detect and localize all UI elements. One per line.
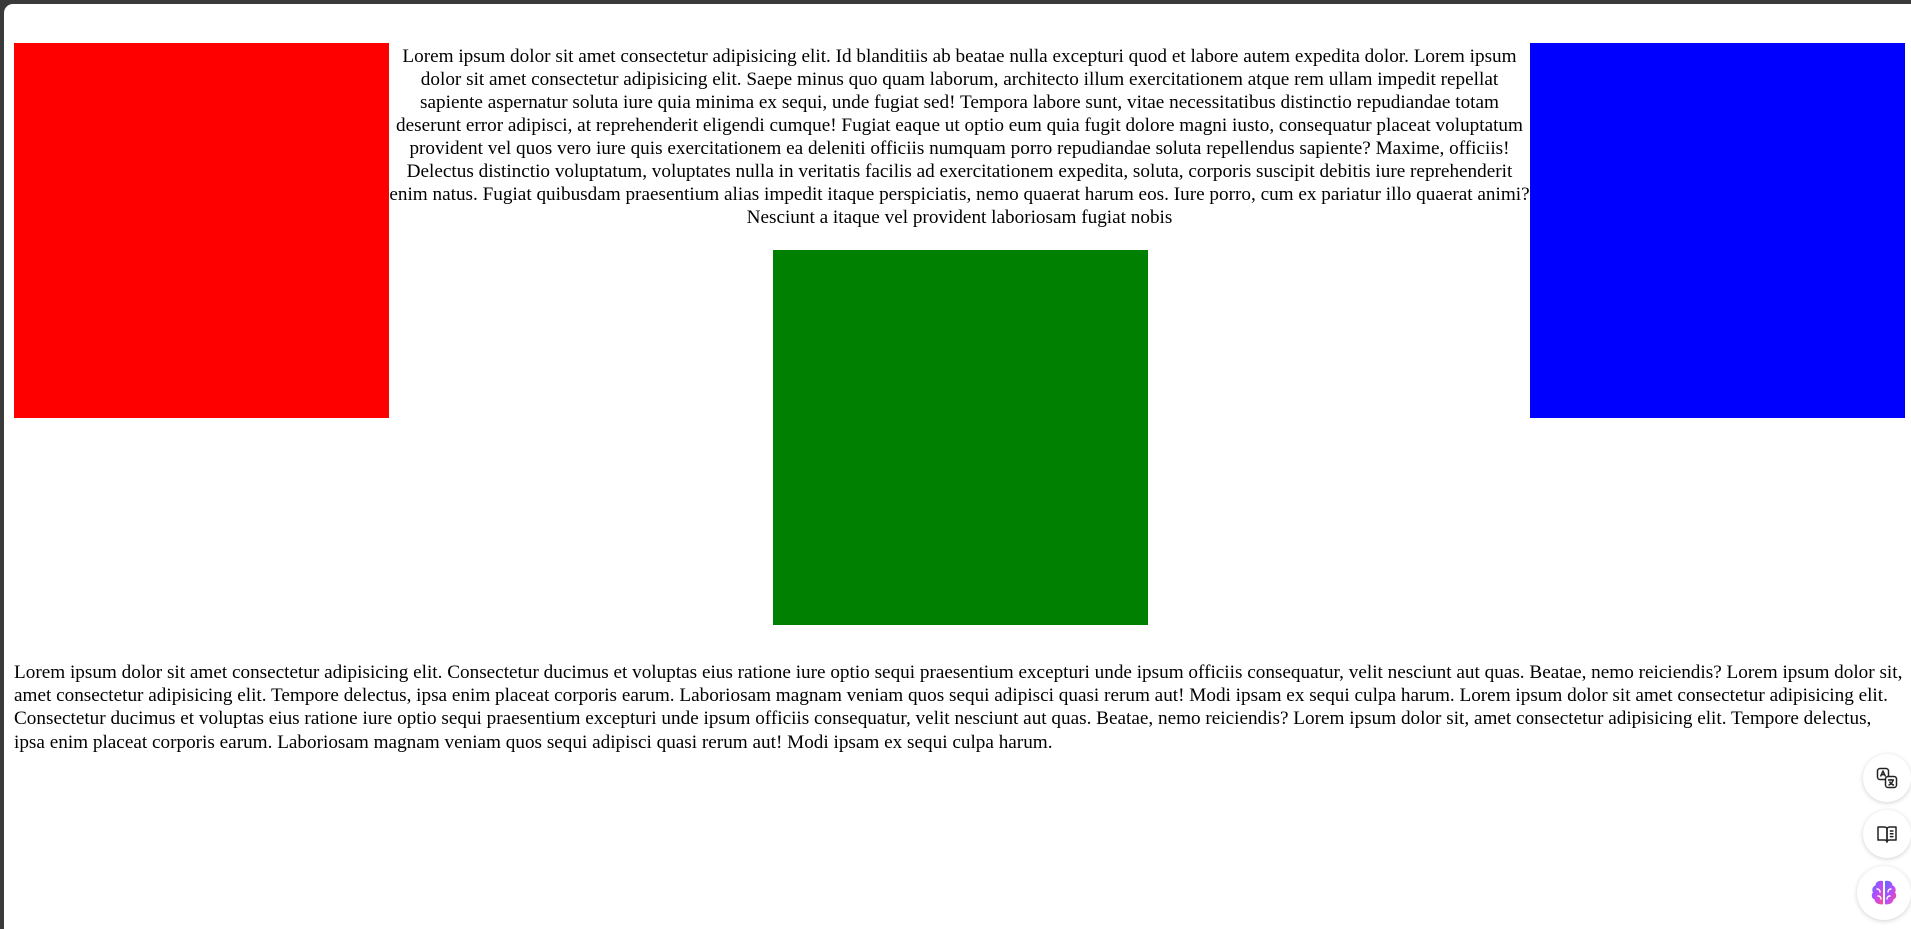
browser-viewport: Lorem ipsum dolor sit amet consectetur a… — [4, 4, 1911, 929]
bottom-paragraph: Lorem ipsum dolor sit amet consectetur a… — [14, 662, 1903, 753]
blue-box — [1530, 43, 1905, 418]
page-content: Lorem ipsum dolor sit amet consectetur a… — [14, 43, 1905, 754]
translate-icon — [1875, 766, 1899, 790]
ai-assistant-button[interactable] — [1857, 866, 1911, 920]
reader-mode-button[interactable] — [1863, 810, 1911, 858]
green-box — [773, 250, 1148, 626]
red-box — [14, 43, 389, 418]
reader-icon — [1875, 822, 1899, 846]
translate-button[interactable] — [1863, 754, 1911, 802]
ai-brain-icon — [1868, 877, 1900, 909]
